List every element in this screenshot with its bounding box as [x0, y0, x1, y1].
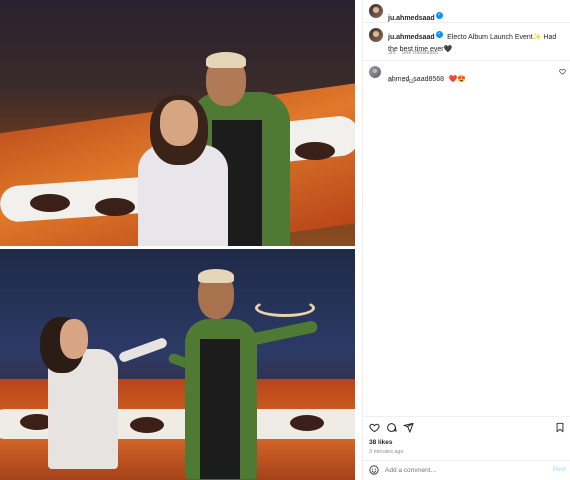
verified-badge-icon: ✓ — [435, 12, 443, 20]
comment-like-heart-icon[interactable] — [559, 68, 566, 75]
likes-count[interactable]: 38 likes — [369, 439, 393, 446]
post-photo-bottom — [0, 249, 355, 480]
post-media[interactable] — [0, 0, 362, 480]
action-bar — [363, 420, 570, 436]
add-comment-input[interactable] — [385, 464, 545, 476]
caption-emoji-2: 🖤 — [443, 46, 453, 53]
caption-username[interactable]: ju.ahmedsaad — [388, 34, 435, 41]
caption-divider — [363, 60, 570, 61]
post-comment-button[interactable]: Post — [553, 467, 566, 473]
emoji-icon[interactable] — [369, 465, 379, 475]
add-comment-bar: Post — [363, 461, 570, 480]
comment-icon[interactable] — [386, 422, 397, 433]
reply-link[interactable]: Reply — [402, 78, 416, 84]
comment-text: ❤️😍 — [448, 76, 466, 83]
post-photo-top — [0, 0, 355, 246]
header-divider — [363, 22, 570, 23]
comment-time: 2m — [388, 78, 396, 84]
commenter-avatar[interactable] — [369, 66, 381, 78]
caption-time: 3m — [388, 50, 396, 56]
actions-divider — [363, 416, 570, 417]
see-translation-link[interactable]: See translation — [402, 50, 439, 56]
comment-item: ahmed_saad8568 ❤️😍 2m Reply — [363, 64, 570, 90]
bookmark-icon[interactable] — [555, 422, 565, 433]
caption-text: Electo Album Launch Event — [447, 34, 533, 41]
author-avatar[interactable] — [369, 4, 383, 18]
caption-verified-icon: ✓ — [435, 31, 443, 39]
post-timestamp: 3 minutes ago — [369, 449, 404, 455]
likes-row: 38 likes — [363, 438, 570, 448]
heart-icon[interactable] — [369, 422, 380, 433]
caption: ju.ahmedsaad ✓ Electo Album Launch Event✨… — [363, 26, 570, 64]
post-header: ju.ahmedsaad ✓ — [363, 0, 570, 22]
author-username[interactable]: ju.ahmedsaad — [388, 15, 435, 22]
share-icon[interactable] — [403, 422, 414, 433]
timestamp-row: 3 minutes ago — [363, 448, 570, 458]
caption-avatar[interactable] — [369, 28, 383, 42]
post-sidebar: ju.ahmedsaad ✓ ju.ahmedsaad ✓ Electo Album… — [362, 0, 570, 480]
